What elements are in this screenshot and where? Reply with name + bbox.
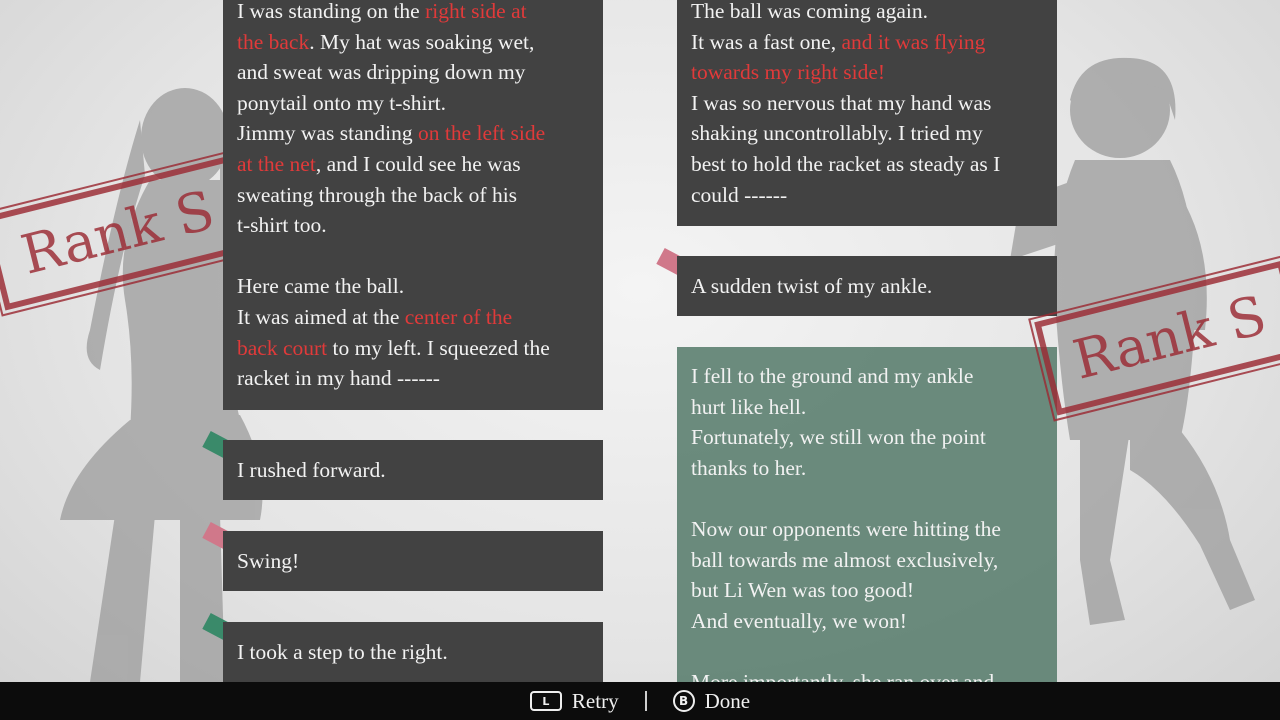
story-line: I was standing on the right side at [237, 0, 589, 27]
story-text: but Li Wen was too good! [691, 578, 914, 603]
game-scene: Rank S I was standing on the right side … [0, 0, 1280, 682]
result-card: I fell to the ground and my ankle hurt li… [677, 347, 1057, 682]
story-text: and sweat was dripping down my [237, 60, 526, 85]
choice-text: Swing! [237, 548, 300, 573]
story-text: Now our opponents were hitting the [691, 516, 1001, 541]
b-button-icon: B [672, 690, 695, 712]
retry-label: Retry [571, 688, 619, 713]
story-text: thanks to her. [691, 455, 807, 480]
choice-text: I rushed forward. [237, 457, 386, 482]
story-line: racket in my hand ------ [237, 363, 589, 394]
story-text: could ------ [691, 182, 788, 207]
highlight-text: and it was flying [841, 29, 986, 54]
story-text: to my left. I squeezed the [327, 335, 550, 360]
story-text: ponytail onto my t-shirt. [237, 90, 447, 115]
highlight-text: right side at [425, 0, 527, 23]
story-line: Here came the ball. [237, 271, 589, 302]
story-line: and sweat was dripping down my [237, 57, 589, 88]
story-line: thanks to her. [691, 453, 1043, 484]
story-line: ponytail onto my t-shirt. [237, 88, 589, 119]
story-line: ball towards me almost exclusively, [691, 545, 1043, 576]
story-line: Jimmy was standing on the left side [237, 118, 589, 149]
highlight-text: on the left side [417, 121, 546, 146]
story-text: It was aimed at the [237, 304, 405, 329]
highlight-text: at the net [237, 151, 316, 176]
highlight-text: back court [237, 335, 328, 360]
story-text: t-shirt too. [237, 213, 327, 238]
highlight-text: center of the [404, 304, 513, 329]
highlight-text: the back [237, 29, 310, 54]
story-line: More importantly, she ran over and [691, 667, 1043, 682]
done-label: Done [704, 688, 751, 713]
story-text: More importantly, she ran over and [691, 669, 995, 682]
story-text: And eventually, we won! [691, 608, 907, 633]
story-line: It was aimed at the center of the [237, 302, 589, 333]
story-line: sweating through the back of his [237, 180, 589, 211]
story-card-right: The ball was coming again. It was a fast … [677, 0, 1057, 226]
story-line: but Li Wen was too good! [691, 575, 1043, 606]
story-text: Here came the ball. [237, 274, 405, 299]
story-line: best to hold the racket as steady as I [691, 149, 1043, 180]
story-text: The ball was coming again. [691, 0, 929, 23]
choice-swing[interactable]: Swing! [223, 531, 603, 591]
story-line: Fortunately, we still won the point [691, 422, 1043, 453]
story-text: shaking uncontrollably. I tried my [691, 121, 983, 146]
l-button-icon: L [529, 691, 562, 711]
highlight-text: towards my right side! [691, 60, 886, 85]
story-line: at the net, and I could see he was [237, 149, 589, 180]
choice-twist-ankle[interactable]: A sudden twist of my ankle. [677, 256, 1057, 316]
story-line: Now our opponents were hitting the [691, 514, 1043, 545]
story-line: I fell to the ground and my ankle [691, 361, 1043, 392]
story-text: I was so nervous that my hand was [691, 90, 992, 115]
story-text: racket in my hand ------ [237, 366, 440, 391]
story-line: It was a fast one, and it was flying [691, 27, 1043, 58]
story-text: best to hold the racket as steady as I [691, 151, 1001, 176]
story-text: I fell to the ground and my ankle [691, 364, 974, 388]
story-line: I was so nervous that my hand was [691, 88, 1043, 119]
choice-step-right[interactable]: I took a step to the right. [223, 622, 603, 682]
story-text: I was standing on the [237, 0, 426, 23]
choice-text: A sudden twist of my ankle. [691, 273, 933, 298]
story-text: ball towards me almost exclusively, [691, 547, 999, 572]
story-text: Jimmy was standing [237, 121, 418, 146]
choice-rushed-forward[interactable]: I rushed forward. [223, 440, 603, 500]
story-text: . My hat was soaking wet, [309, 29, 535, 54]
story-line: towards my right side! [691, 57, 1043, 88]
story-line: The ball was coming again. [691, 0, 1043, 27]
story-line: And eventually, we won! [691, 606, 1043, 637]
story-text: hurt like hell. [691, 394, 807, 419]
retry-button[interactable]: L Retry [529, 688, 619, 714]
story-line: shaking uncontrollably. I tried my [691, 118, 1043, 149]
story-line: could ------ [691, 180, 1043, 211]
choice-text: I took a step to the right. [237, 639, 448, 664]
story-line: the back. My hat was soaking wet, [237, 27, 589, 58]
story-line: back court to my left. I squeezed the [237, 333, 589, 364]
story-card-left: I was standing on the right side at the b… [223, 0, 603, 410]
story-line: t-shirt too. [237, 210, 589, 241]
done-button[interactable]: B Done [672, 688, 751, 714]
story-text: sweating through the back of his [237, 182, 518, 207]
story-text: Fortunately, we still won the point [691, 425, 986, 450]
story-text: , and I could see he was [315, 151, 521, 176]
story-text: It was a fast one, [691, 29, 842, 54]
story-line: hurt like hell. [691, 392, 1043, 423]
bottom-control-bar: L Retry B Done [0, 682, 1280, 720]
divider [644, 691, 647, 711]
